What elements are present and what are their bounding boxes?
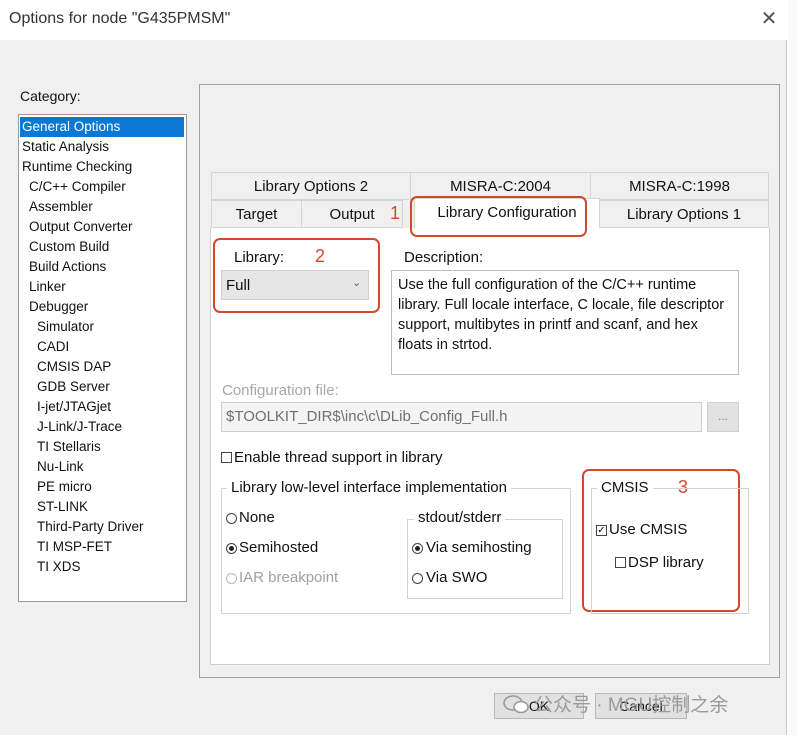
category-item[interactable]: Runtime Checking [22, 157, 132, 177]
category-item[interactable]: Build Actions [29, 257, 106, 277]
tab-misra-c-1998[interactable]: MISRA-C:1998 [590, 172, 769, 200]
category-item[interactable]: TI XDS [37, 557, 81, 577]
category-item[interactable]: ST-LINK [37, 497, 88, 517]
dsp-library-label: DSP library [628, 554, 704, 571]
category-label: Category: [20, 88, 81, 104]
tab-output[interactable]: Output [301, 200, 403, 228]
semihosted-radio-label: Semihosted [239, 539, 319, 556]
category-item[interactable]: CADI [37, 337, 69, 357]
category-item[interactable]: J-Link/J-Trace [37, 417, 122, 437]
use-cmsis-checkbox[interactable]: ✓ [596, 525, 607, 536]
config-file-value: $TOOLKIT_DIR$\inc\c\DLib_Config_Full.h [226, 408, 508, 425]
category-item[interactable]: Custom Build [29, 237, 109, 257]
cmsis-legend: CMSIS [597, 479, 653, 496]
category-list[interactable]: General Options Static Analysis Runtime Ch… [18, 114, 187, 602]
thread-support-checkbox[interactable] [221, 452, 232, 463]
stdout-group [407, 519, 563, 599]
none-radio[interactable] [226, 513, 237, 524]
annotation-box-1 [410, 196, 587, 237]
category-item[interactable]: CMSIS DAP [37, 357, 111, 377]
category-item[interactable]: PE micro [37, 477, 92, 497]
description-text: Use the full configuration of the C/C++ … [391, 270, 739, 375]
category-item[interactable]: Static Analysis [22, 137, 109, 157]
category-item[interactable]: Output Converter [29, 217, 133, 237]
tab-library-options-1[interactable]: Library Options 1 [599, 200, 769, 228]
wechat-icon [503, 695, 529, 714]
background-window-edge [788, 0, 797, 735]
use-cmsis-label: Use CMSIS [609, 521, 688, 538]
config-file-field: $TOOLKIT_DIR$\inc\c\DLib_Config_Full.h [221, 402, 702, 432]
category-item[interactable]: Third-Party Driver [37, 517, 144, 537]
via-semihosting-label: Via semihosting [426, 539, 532, 556]
library-select[interactable]: Full ⌄ [221, 270, 369, 300]
category-item[interactable]: Simulator [37, 317, 94, 337]
close-icon[interactable]: ✕ [758, 8, 780, 30]
annotation-number-1: 1 [390, 203, 401, 223]
category-item[interactable]: C/C++ Compiler [29, 177, 126, 197]
library-label: Library: [234, 249, 285, 266]
stdout-legend: stdout/stderr [414, 509, 506, 526]
tab-target[interactable]: Target [211, 200, 302, 228]
chevron-down-icon: ⌄ [352, 277, 362, 289]
iar-breakpoint-label: IAR breakpoint [239, 569, 339, 586]
annotation-number-2: 2 [315, 246, 326, 266]
via-semihosting-radio[interactable] [412, 543, 423, 554]
window-title: Options for node "G435PMSM" [9, 10, 231, 27]
category-item[interactable]: GDB Server [37, 377, 110, 397]
library-select-value: Full [226, 277, 251, 294]
cmsis-group [591, 488, 749, 614]
browse-button: ... [707, 402, 739, 432]
thread-support-label: Enable thread support in library [234, 449, 443, 466]
config-file-label: Configuration file: [222, 382, 339, 399]
via-swo-label: Via SWO [426, 569, 488, 586]
watermark-text: 公众号 · MGU控制之余 [534, 695, 729, 716]
category-item[interactable]: TI MSP-FET [37, 537, 112, 557]
title-bar: Options for node "G435PMSM" ✕ [0, 0, 787, 40]
category-item[interactable]: Nu-Link [37, 457, 84, 477]
description-label: Description: [404, 249, 484, 266]
lowlevel-legend: Library low-level interface implementati… [227, 479, 511, 496]
none-radio-label: None [239, 509, 275, 526]
category-item[interactable]: Assembler [29, 197, 93, 217]
category-item[interactable]: Linker [29, 277, 66, 297]
via-swo-radio[interactable] [412, 573, 423, 584]
iar-breakpoint-radio [226, 573, 237, 584]
tab-library-options-2[interactable]: Library Options 2 [211, 172, 411, 200]
category-item[interactable]: TI Stellaris [37, 437, 101, 457]
dsp-library-checkbox[interactable] [615, 557, 626, 568]
category-item[interactable]: General Options [20, 117, 184, 137]
semihosted-radio[interactable] [226, 543, 237, 554]
category-item[interactable]: Debugger [29, 297, 88, 317]
category-item[interactable]: I-jet/JTAGjet [37, 397, 111, 417]
